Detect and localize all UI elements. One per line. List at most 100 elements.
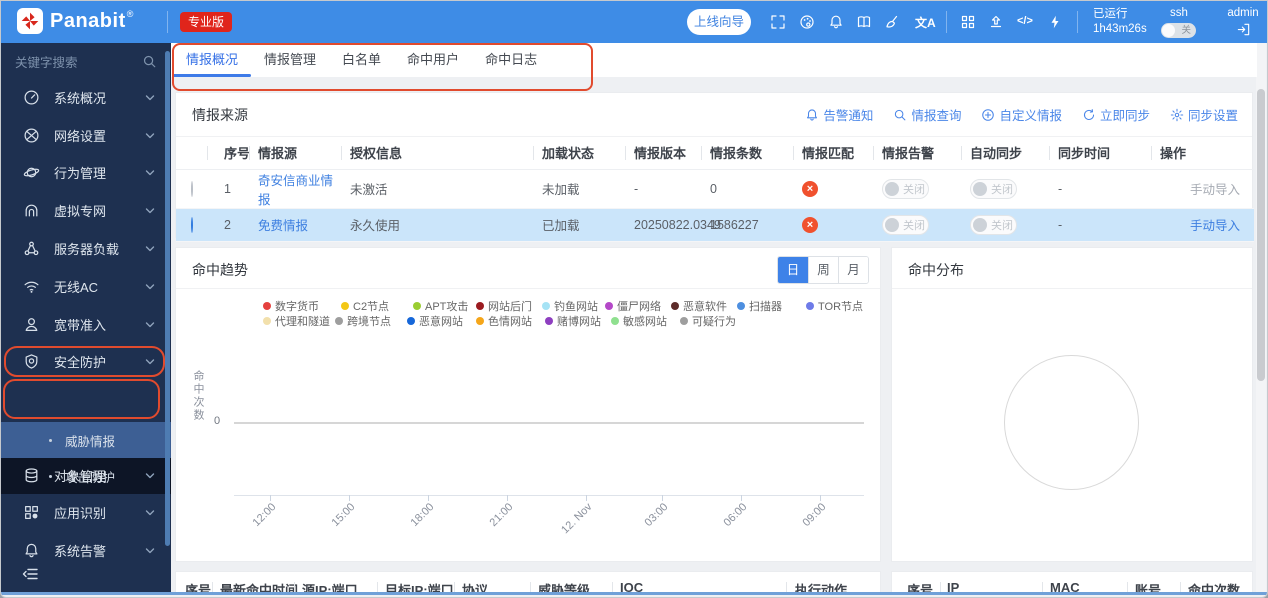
row-radio-on[interactable] — [191, 216, 193, 233]
gauge-icon — [24, 90, 39, 104]
sidebar-subitem-threat-intelligence[interactable]: 威胁情报 — [1, 422, 171, 458]
onboarding-wizard-button[interactable]: 上线向导 — [687, 9, 751, 35]
auto-sync-toggle[interactable]: 关闭 — [970, 178, 1017, 199]
legend-item[interactable]: C2节点 — [341, 298, 389, 314]
sidebar-search-input[interactable]: 关键字搜索 — [1, 43, 171, 79]
sidebar-item-vpn[interactable]: 虚拟专网 — [1, 191, 171, 229]
period-week-button[interactable]: 周 — [808, 257, 838, 283]
sidebar-collapse-button[interactable] — [21, 566, 39, 587]
code-console-icon[interactable]: </> — [1017, 15, 1033, 27]
source-link[interactable]: 免费情报 — [258, 219, 308, 233]
auto-sync-toggle[interactable]: 关闭 — [970, 214, 1017, 235]
cell-version: 20250822.0349 — [626, 208, 721, 242]
period-month-button[interactable]: 月 — [838, 257, 868, 283]
legend-item[interactable]: 僵尸网络 — [605, 298, 661, 314]
sync-now-link[interactable]: 立即同步 — [1082, 105, 1150, 124]
sidebar-item-broadband-access[interactable]: 宽带准入 — [1, 305, 171, 343]
legend-item[interactable]: 敏感网站 — [611, 313, 667, 329]
sync-settings-link[interactable]: 同步设置 — [1170, 105, 1238, 124]
legend-item[interactable]: TOR节点 — [806, 298, 863, 314]
translate-icon[interactable]: 文A — [915, 14, 936, 31]
custom-intel-link[interactable]: 自定义情报 — [981, 105, 1062, 124]
intel-query-link[interactable]: 情报查询 — [893, 105, 961, 124]
legend-item[interactable]: 数字货币 — [263, 298, 319, 314]
source-link[interactable]: 奇安信商业情报 — [258, 174, 333, 207]
alert-notify-link[interactable]: 告警通知 — [805, 105, 873, 124]
col-sync-time: 同步时间 — [1050, 137, 1152, 170]
subitem-label: 威胁情报 — [65, 434, 116, 449]
logout-icon[interactable] — [1236, 22, 1251, 40]
tab-hit-users[interactable]: 命中用户 — [394, 43, 472, 77]
sidebar-item-behavior-management[interactable]: 行为管理 — [1, 153, 171, 191]
sidebar-item-system-alerts[interactable]: 系统告警 — [1, 531, 171, 569]
col-seq: 序号 — [208, 137, 250, 170]
legend-item[interactable]: 跨境节点 — [335, 313, 391, 329]
tab-whitelist[interactable]: 白名单 — [329, 43, 394, 77]
intel-source-table: 序号 情报源 授权信息 加载状态 情报版本 情报条数 情报匹配 情报告警 自动同… — [176, 137, 1254, 242]
sidebar-item-object-management[interactable]: 对象管理 — [1, 456, 171, 494]
lightning-bolt-icon[interactable] — [1046, 13, 1064, 31]
legend-item[interactable]: 代理和隧道 — [263, 313, 330, 329]
sidebar-item-server-load[interactable]: 服务器负载 — [1, 229, 171, 267]
bottom-edge-highlight — [1, 592, 1267, 595]
sidebar-item-security-protection[interactable]: 安全防护 — [1, 342, 171, 380]
upgrade-icon[interactable] — [987, 13, 1005, 31]
legend-item[interactable]: 网站后门 — [476, 298, 532, 314]
legend-label: APT攻击 — [425, 301, 469, 313]
page-scrollbar-thumb[interactable] — [1257, 89, 1265, 381]
sidebar-scrollbar-thumb[interactable] — [165, 51, 170, 546]
fullscreen-icon[interactable] — [769, 13, 787, 31]
legend-item[interactable]: 恶意网站 — [407, 313, 463, 329]
x-axis-tick-label: 12:00 — [250, 501, 279, 529]
legend-label: 数字货币 — [275, 301, 319, 313]
search-icon — [895, 109, 906, 120]
empty-pie-chart-outline — [1004, 355, 1139, 490]
sidebar-item-label: 系统告警 — [54, 543, 107, 559]
alert-toggle[interactable]: 关闭 — [882, 178, 929, 199]
notification-bell-icon[interactable] — [827, 13, 845, 31]
panabit-pinwheel-icon — [17, 8, 43, 34]
manual-import-action[interactable]: 手动导入 — [1190, 183, 1240, 197]
legend-dot — [476, 317, 484, 325]
tab-intel-overview[interactable]: 情报概况 — [173, 43, 252, 77]
cell-count: 0 — [702, 169, 794, 209]
row-radio-off[interactable] — [191, 180, 193, 197]
x-axis-tick-mark — [586, 495, 587, 501]
legend-item[interactable]: 扫描器 — [737, 298, 782, 314]
brand-logo[interactable]: Panabit ® — [17, 8, 133, 35]
legend-item[interactable]: 赌博网站 — [545, 313, 601, 329]
legend-dot — [611, 317, 619, 325]
wifi-icon — [24, 281, 39, 293]
tab-hit-logs[interactable]: 命中日志 — [472, 43, 550, 77]
cell-load-status: 未加载 — [534, 169, 626, 209]
ssh-label: ssh — [1170, 7, 1188, 19]
legend-item[interactable]: 钓鱼网站 — [542, 298, 598, 314]
search-icon — [143, 55, 156, 67]
modules-grid-icon[interactable] — [959, 13, 977, 31]
legend-item[interactable]: 可疑行为 — [680, 313, 736, 329]
sidebar-item-app-identification[interactable]: 应用识别 — [1, 493, 171, 531]
table-header-row: 序号 情报源 授权信息 加载状态 情报版本 情报条数 情报匹配 情报告警 自动同… — [176, 137, 1254, 170]
period-day-button[interactable]: 日 — [778, 257, 808, 283]
cleanup-broom-icon[interactable] — [883, 13, 901, 31]
cell-version: - — [626, 169, 702, 209]
legend-item[interactable]: APT攻击 — [413, 298, 468, 314]
x-axis-tick-label: 18:00 — [408, 501, 437, 529]
tab-intel-management[interactable]: 情报管理 — [251, 43, 329, 77]
docs-book-icon[interactable] — [855, 13, 873, 31]
ssh-toggle[interactable]: 关 — [1161, 23, 1196, 38]
chevron-down-icon — [145, 543, 155, 558]
legend-item[interactable]: 恶意软件 — [671, 298, 727, 314]
sidebar-item-system-overview[interactable]: 系统概况 — [1, 78, 171, 116]
alert-toggle[interactable]: 关闭 — [882, 214, 929, 235]
sidebar-item-network-settings[interactable]: 网络设置 — [1, 116, 171, 154]
legend-label: 可疑行为 — [692, 316, 736, 328]
manual-import-action[interactable]: 手动导入 — [1190, 219, 1240, 233]
sidebar-item-label: 应用识别 — [54, 505, 107, 521]
sidebar-item-wireless-ac[interactable]: 无线AC — [1, 267, 171, 305]
legend-item[interactable]: 色情网站 — [476, 313, 532, 329]
chevron-down-icon — [145, 505, 155, 520]
y-axis-label: 命中次数 — [192, 370, 204, 422]
theme-palette-icon[interactable] — [798, 13, 816, 31]
x-axis-tick-mark — [741, 495, 742, 501]
